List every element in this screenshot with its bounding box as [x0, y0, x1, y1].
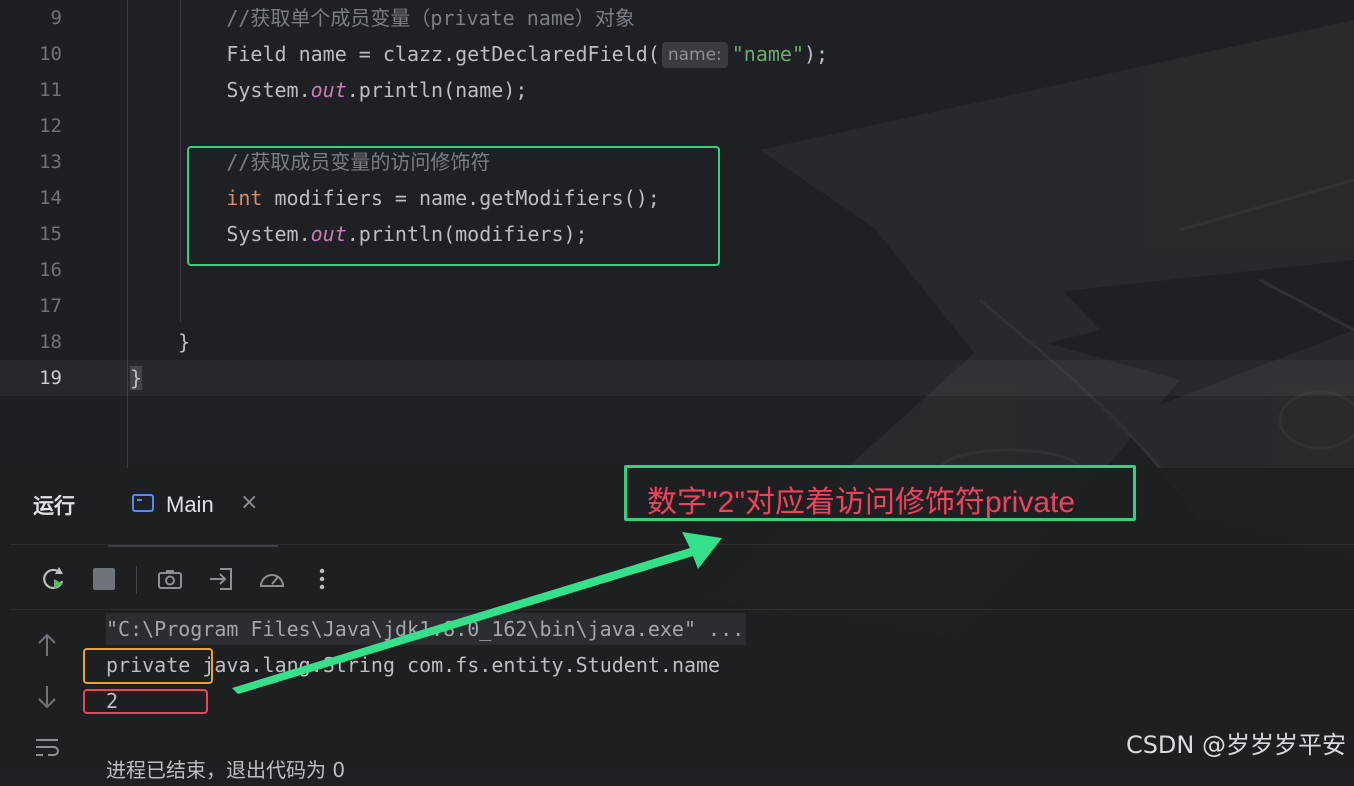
annotation-text: 数字"2"对应着访问修饰符private — [647, 486, 1076, 519]
annotation-callout: 数字"2"对应着访问修饰符private — [624, 465, 1136, 521]
annotation-arrow — [232, 532, 722, 694]
watermark: CSDN @岁岁岁平安 — [1125, 731, 1346, 759]
